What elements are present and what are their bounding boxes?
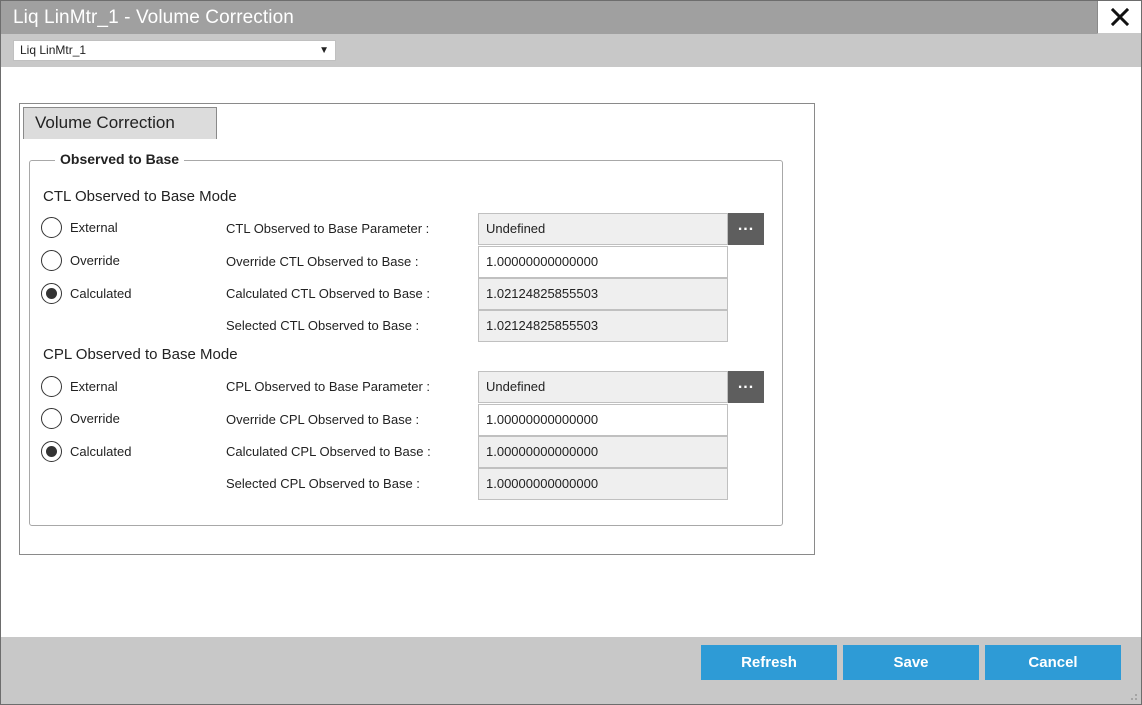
ctl-parameter-browse-button[interactable]: ... [728,213,764,245]
title-bar: Liq LinMtr_1 - Volume Correction Liq Lin… [1,1,1141,67]
ctl-selected-label: Selected CTL Observed to Base : [226,318,420,333]
radio-circle [41,408,62,429]
radio-label: External [70,379,118,394]
close-button[interactable] [1097,1,1141,34]
radio-label: Calculated [70,444,132,459]
cpl-selected-label: Selected CPL Observed to Base : [226,476,420,491]
radio-dot [46,446,57,457]
ctl-mode-title: CTL Observed to Base Mode [43,188,237,205]
radio-label: Override [70,253,120,268]
radio-circle [41,217,62,238]
cpl-radio-override[interactable]: Override [41,408,120,429]
ctl-override-label: Override CTL Observed to Base : [226,254,419,269]
cpl-radio-external[interactable]: External [41,376,118,397]
ctl-parameter-field: Undefined [478,213,728,245]
radio-label: Override [70,411,120,426]
volume-correction-window: Liq LinMtr_1 - Volume Correction Liq Lin… [0,0,1142,705]
radio-circle [41,250,62,271]
meter-select-value: Liq LinMtr_1 [20,43,87,57]
cpl-override-label: Override CPL Observed to Base : [226,412,420,427]
close-icon [1110,8,1129,26]
ctl-parameter-label: CTL Observed to Base Parameter : [226,221,430,236]
radio-dot [46,288,57,299]
radio-label: External [70,220,118,235]
ctl-selected-field: 1.02124825855503 [478,310,728,342]
cpl-parameter-field: Undefined [478,371,728,403]
footer-bar: Refresh Save Cancel [1,637,1141,704]
title-bar-strip: Liq LinMtr_1 - Volume Correction [1,1,1097,34]
radio-circle [41,376,62,397]
main-content: Volume Correction Observed to Base CTL O… [1,67,1141,637]
cpl-radio-calculated[interactable]: Calculated [41,441,131,462]
cancel-button[interactable]: Cancel [985,645,1121,680]
resize-grip-icon[interactable] [1128,691,1138,701]
chevron-down-icon: ▼ [319,45,329,56]
meter-select[interactable]: Liq LinMtr_1 ▼ [13,40,336,61]
ctl-radio-override[interactable]: Override [41,250,120,271]
ctl-radio-external[interactable]: External [41,217,118,238]
radio-circle-selected [41,441,62,462]
window-title: Liq LinMtr_1 - Volume Correction [13,7,294,28]
cpl-calculated-label: Calculated CPL Observed to Base : [226,444,431,459]
ctl-radio-calculated[interactable]: Calculated [41,283,131,304]
cpl-parameter-browse-button[interactable]: ... [728,371,764,403]
cpl-selected-field: 1.00000000000000 [478,468,728,500]
radio-circle-selected [41,283,62,304]
cpl-override-input[interactable]: 1.00000000000000 [478,404,728,436]
cpl-mode-title: CPL Observed to Base Mode [43,346,238,363]
save-button[interactable]: Save [843,645,979,680]
cpl-calculated-field: 1.00000000000000 [478,436,728,468]
cpl-parameter-label: CPL Observed to Base Parameter : [226,379,431,394]
radio-label: Calculated [70,286,132,301]
ctl-calculated-field: 1.02124825855503 [478,278,728,310]
ctl-override-input[interactable]: 1.00000000000000 [478,246,728,278]
ctl-calculated-label: Calculated CTL Observed to Base : [226,286,431,301]
refresh-button[interactable]: Refresh [701,645,837,680]
group-legend: Observed to Base [55,151,185,167]
tab-volume-correction[interactable]: Volume Correction [23,107,217,139]
